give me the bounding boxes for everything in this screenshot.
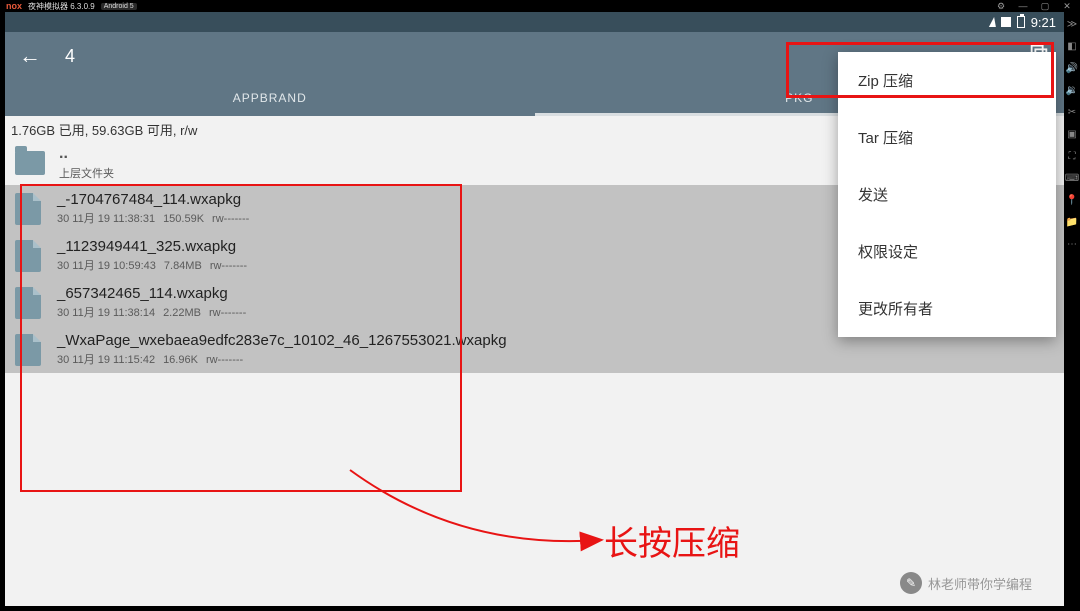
emulator-window: nox 夜神模拟器 6.3.0.9 Android 5 ⚙ — ▢ ✕ ≫ ◧ … [0,0,1080,611]
menu-tar[interactable]: Tar 压缩 [838,109,1056,166]
file-meta: 30 11月 19 11:15:4216.96Krw------- [57,351,507,367]
folder-icon [15,151,45,175]
tab-appbrand[interactable]: APPBRAND [5,80,535,116]
page-title: 4 [65,46,75,67]
parent-label: 上层文件夹 [59,165,114,181]
minimize-icon[interactable]: — [1016,1,1030,12]
settings-icon[interactable]: ⚙ [994,1,1008,12]
nox-logo: nox [6,1,22,11]
file-name: _1123949441_325.wxapkg [57,238,255,255]
side-toolbar: ≫ ◧ 🔊 🔉 ✂ ▣ ⛶ ⌨ 📍 📁 ⋯ [1064,12,1080,606]
file-icon [15,193,41,225]
context-menu: Zip 压缩 Tar 压缩 发送 权限设定 更改所有者 [838,52,1056,337]
file-name: _-1704767484_114.wxapkg [57,191,257,208]
file-meta: 30 11月 19 11:38:31150.59Krw------- [57,210,257,226]
menu-perm[interactable]: 权限设定 [838,223,1056,280]
fullscreen-icon[interactable]: ⛶ [1066,150,1078,162]
titlebar: nox 夜神模拟器 6.3.0.9 Android 5 ⚙ — ▢ ✕ [0,0,1080,12]
parent-dots: .. [59,145,114,163]
watermark-text: 林老师带你学编程 [928,574,1032,593]
emulator-screen: 9:21 ← 4 APPBRAND PKG 1.76GB 已用, 59.63GB… [5,12,1064,606]
watermark: ✎ 林老师带你学编程 [900,572,1032,594]
keyboard-icon[interactable]: ⌨ [1066,172,1078,184]
window-controls: ⚙ — ▢ ✕ [994,1,1074,12]
volume-down-icon[interactable]: 🔉 [1066,84,1078,96]
back-icon[interactable]: ← [19,43,41,69]
screenshot-icon[interactable]: ▣ [1066,128,1078,140]
maximize-icon[interactable]: ▢ [1038,1,1052,12]
expand-icon[interactable]: ≫ [1066,18,1078,30]
location-icon[interactable]: 📍 [1066,194,1078,206]
battery-icon [1017,16,1025,28]
file-meta: 30 11月 19 11:38:142.22MBrw------- [57,304,254,320]
menu-zip[interactable]: Zip 压缩 [838,52,1056,109]
android-badge: Android 5 [101,3,137,10]
file-name: _WxaPage_wxebaea9edfc283e7c_10102_46_126… [57,332,507,349]
menu-send[interactable]: 发送 [838,166,1056,223]
signal-icon [1001,17,1011,27]
close-icon[interactable]: ✕ [1060,1,1074,12]
file-icon [15,287,41,319]
folder-tool-icon[interactable]: 📁 [1066,216,1078,228]
window-title: 夜神模拟器 6.3.0.9 [28,1,95,12]
android-statusbar: 9:21 [5,12,1064,32]
more-icon[interactable]: ⋯ [1066,238,1078,250]
tool-icon[interactable]: ◧ [1066,40,1078,52]
file-icon [15,240,41,272]
menu-owner[interactable]: 更改所有者 [838,280,1056,337]
scissors-icon[interactable]: ✂ [1066,106,1078,118]
wechat-icon: ✎ [900,572,922,594]
file-meta: 30 11月 19 10:59:437.84MBrw------- [57,257,255,273]
clock: 9:21 [1031,15,1056,30]
file-icon [15,334,41,366]
file-name: _657342465_114.wxapkg [57,285,254,302]
volume-up-icon[interactable]: 🔊 [1066,62,1078,74]
wifi-icon [987,17,996,27]
